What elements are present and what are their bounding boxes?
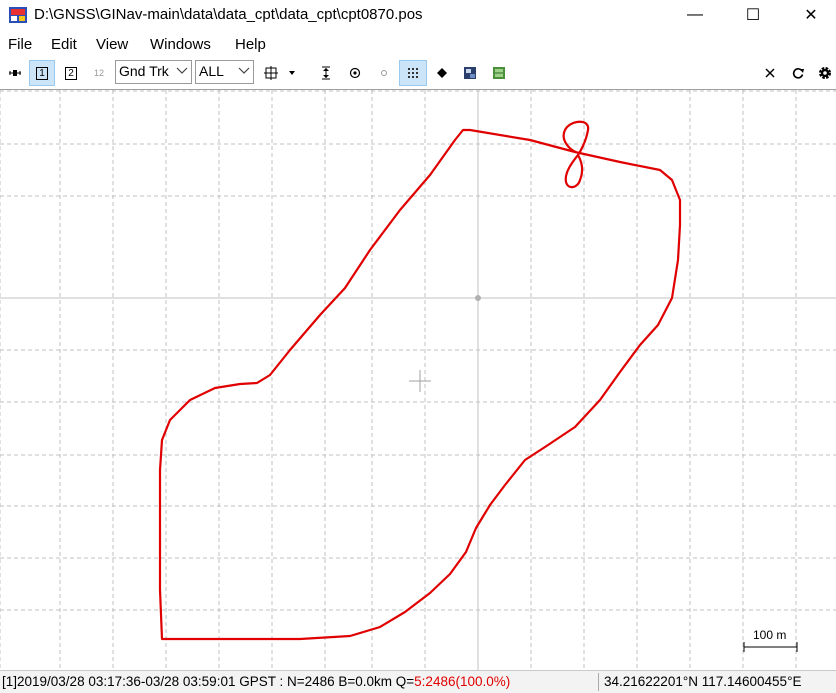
menu-help[interactable]: Help bbox=[235, 36, 266, 53]
settings-icon bbox=[819, 67, 831, 79]
status-bar: [1]2019/03/28 03:17:36-03/28 03:59:01 GP… bbox=[0, 670, 836, 693]
clear-icon bbox=[765, 68, 775, 78]
plot-canvas[interactable]: 100 m bbox=[0, 90, 836, 670]
solution2-button[interactable]: 2 bbox=[58, 60, 84, 86]
reload-icon bbox=[792, 68, 804, 79]
minimize-icon: — bbox=[687, 6, 703, 23]
solution1-icon: 1 bbox=[36, 66, 48, 80]
sky-image-button[interactable] bbox=[486, 60, 512, 86]
dropdown-arrow-icon bbox=[289, 71, 295, 75]
center-origin-button[interactable] bbox=[258, 60, 284, 86]
clear-button[interactable] bbox=[757, 60, 783, 86]
menu-bar: File Edit View Windows Help bbox=[0, 32, 836, 58]
status-coordinates: 34.21622201°N 117.14600455°E bbox=[604, 674, 802, 689]
origin-marker bbox=[475, 295, 481, 301]
status-divider bbox=[598, 673, 599, 691]
chevron-down-icon bbox=[238, 67, 250, 74]
title-bar: D:\GNSS\GINav-main\data\data_cpt\data_cp… bbox=[0, 0, 836, 30]
menu-file[interactable]: File bbox=[8, 36, 32, 53]
marker-button[interactable] bbox=[429, 60, 455, 86]
quality-value: ALL bbox=[199, 63, 224, 79]
plot-axes bbox=[0, 90, 836, 670]
fit-vertical-button[interactable] bbox=[313, 60, 339, 86]
settings-button[interactable] bbox=[812, 60, 836, 86]
center-dropdown-button[interactable] bbox=[282, 60, 302, 86]
show-point-button[interactable] bbox=[371, 60, 397, 86]
maximize-button[interactable]: ☐ bbox=[730, 0, 776, 30]
ground-track-plot[interactable]: 100 m bbox=[0, 89, 836, 670]
ruler-icon bbox=[9, 70, 21, 76]
menu-edit[interactable]: Edit bbox=[51, 36, 77, 53]
reload-button[interactable] bbox=[785, 60, 811, 86]
toolbar: 1 2 12 Gnd Trk ALL bbox=[0, 58, 836, 88]
solution2-icon: 2 bbox=[65, 66, 77, 80]
ruler-button[interactable] bbox=[2, 60, 28, 86]
close-icon: ✕ bbox=[804, 7, 818, 24]
plot-grid bbox=[0, 90, 836, 670]
status-quality: 5:2486(100.0%) bbox=[414, 674, 511, 689]
grid-button[interactable] bbox=[399, 60, 427, 86]
scale-bar bbox=[743, 642, 798, 652]
scale-bar-label: 100 m bbox=[753, 628, 786, 642]
map-image-button[interactable] bbox=[457, 60, 483, 86]
status-info: [1]2019/03/28 03:17:36-03/28 03:59:01 GP… bbox=[2, 674, 415, 689]
marker-icon bbox=[437, 68, 447, 78]
menu-windows[interactable]: Windows bbox=[150, 36, 211, 53]
map-image-icon bbox=[464, 67, 476, 79]
quality-select[interactable]: ALL bbox=[195, 60, 254, 84]
sky-image-icon bbox=[493, 67, 505, 79]
plot-type-value: Gnd Trk bbox=[119, 63, 169, 79]
center-origin-icon bbox=[264, 66, 278, 80]
app-icon bbox=[9, 7, 27, 23]
window-title: D:\GNSS\GINav-main\data\data_cpt\data_cp… bbox=[34, 6, 423, 23]
menu-view[interactable]: View bbox=[96, 36, 128, 53]
solution12-button[interactable]: 12 bbox=[86, 60, 112, 86]
fit-vertical-icon bbox=[322, 66, 330, 80]
point-icon bbox=[381, 70, 387, 76]
crosshair-cursor bbox=[409, 370, 431, 392]
solution12-icon: 12 bbox=[93, 68, 104, 78]
plot-type-select[interactable]: Gnd Trk bbox=[115, 60, 192, 84]
grid-icon bbox=[408, 68, 418, 78]
close-button[interactable]: ✕ bbox=[788, 0, 834, 30]
center-point-icon bbox=[349, 67, 361, 79]
minimize-button[interactable]: — bbox=[672, 0, 718, 30]
chevron-down-icon bbox=[176, 67, 188, 74]
solution1-button[interactable]: 1 bbox=[29, 60, 55, 86]
center-point-button[interactable] bbox=[342, 60, 368, 86]
maximize-icon: ☐ bbox=[745, 7, 761, 24]
